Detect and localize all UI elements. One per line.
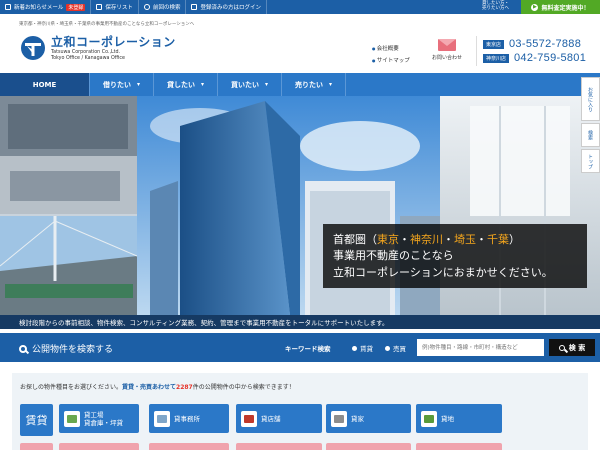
favorites-side-button[interactable]: お気に入り xyxy=(581,77,600,121)
search-icon xyxy=(143,4,150,10)
hero-caption-strip: 検討段階からの事前相談、物件検索、コンサルティング業務、契約、管理まで事業用不動… xyxy=(0,315,600,329)
hero-line-1: 首都圏（東京・神奈川・埼玉・千葉） xyxy=(333,233,520,246)
category-store-button[interactable]: 貸店舗 xyxy=(236,404,322,433)
chevron-down-icon: ▾ xyxy=(136,81,140,88)
notification-mail-link[interactable]: 新着お知らせメール 未登録 xyxy=(0,0,92,14)
phone-label: 東京店 xyxy=(483,39,505,49)
category-factory-warehouse-button[interactable]: 貸工場 貸倉庫・坪貸 xyxy=(59,404,139,433)
phone-kanagawa: 神奈川店 042-759-5801 xyxy=(483,52,586,64)
sale-category-button[interactable] xyxy=(416,443,502,450)
land-icon xyxy=(421,410,437,427)
chevron-down-icon: ▾ xyxy=(200,81,204,88)
header-links: 会社概要 サイトマップ xyxy=(372,43,410,67)
person-icon xyxy=(191,4,198,10)
contact-button[interactable]: お問い合わせ xyxy=(428,39,466,61)
search-icon xyxy=(558,344,565,351)
previous-search-link[interactable]: 前回の検索 xyxy=(139,0,187,14)
panel-note: お探しの物件種目をお選びください。賃貸・売買あわせて2287件の公開物件の中から… xyxy=(20,384,295,391)
category-house-button[interactable]: 貸家 xyxy=(326,404,411,433)
top-side-button[interactable]: トップ xyxy=(581,149,600,173)
search-button[interactable]: 検 索 xyxy=(549,339,595,356)
nav-buy[interactable]: 買いたい ▾ xyxy=(218,73,282,96)
phone-number[interactable]: 03-5572-7888 xyxy=(509,38,581,50)
download-icon xyxy=(96,4,103,10)
phone-number[interactable]: 042-759-5801 xyxy=(514,52,586,64)
category-panel: お探しの物件種目をお選びください。賃貸・売買あわせて2287件の公開物件の中から… xyxy=(12,373,588,450)
sale-category-label xyxy=(20,443,53,450)
mail-icon xyxy=(5,4,11,10)
hero-line-3: 立和コーポレーションにおまかせください。 xyxy=(333,266,553,279)
nav-home[interactable]: HOME xyxy=(0,73,90,96)
phone-tokyo: 東京店 03-5572-7888 xyxy=(483,38,581,50)
chevron-down-icon: ▾ xyxy=(328,81,332,88)
factory-icon xyxy=(64,410,80,427)
radio-rent[interactable]: 賃貸 xyxy=(352,343,373,353)
search-icon xyxy=(19,344,27,353)
search-side-button[interactable]: 検索 xyxy=(581,123,600,147)
keyword-search-input[interactable] xyxy=(417,339,544,356)
site-tagline: 東京都・神奈川県・埼玉県・千葉県の事業用不動産のことなら立和コーポレーションへ xyxy=(19,22,195,27)
nav-lease-out[interactable]: 貸したい ▾ xyxy=(154,73,218,96)
house-icon xyxy=(331,410,347,427)
phone-label: 神奈川店 xyxy=(483,53,510,63)
logo-mark-icon xyxy=(21,35,45,60)
sale-category-button[interactable] xyxy=(326,443,411,450)
radio-sale[interactable]: 売買 xyxy=(385,343,406,353)
unregistered-badge: 未登録 xyxy=(66,3,86,11)
rent-category-label: 賃貸 xyxy=(20,404,53,436)
hero-line-2: 事業用不動産のことなら xyxy=(333,249,454,262)
office-icon xyxy=(154,410,170,427)
property-search-bar: 公開物件を検索する キーワード検索 賃貸 売買 検 索 xyxy=(0,333,600,362)
sitemap-link[interactable]: サイトマップ xyxy=(372,55,410,67)
search-title: 公開物件を検索する xyxy=(19,342,113,355)
keyword-search-label: キーワード検索 xyxy=(285,345,331,353)
radio-icon xyxy=(352,345,357,351)
store-icon xyxy=(241,410,257,427)
sale-category-button[interactable] xyxy=(59,443,139,450)
saved-list-link[interactable]: 保存リスト xyxy=(91,0,139,14)
site-logo[interactable]: 立和コーポレーション Tatsuwa Corporation Co.,Ltd. … xyxy=(20,33,176,62)
envelope-icon xyxy=(438,39,456,51)
owner-link[interactable]: 貸したい方・ 売りたい方へ xyxy=(482,1,509,11)
side-floating-buttons: お気に入り 検索 トップ xyxy=(581,77,600,173)
logo-name: 立和コーポレーション xyxy=(51,35,176,49)
category-office-button[interactable]: 貸事務所 xyxy=(149,404,229,433)
category-land-button[interactable]: 貸地 xyxy=(416,404,502,433)
header-divider xyxy=(476,36,477,66)
nav-sell[interactable]: 売りたい ▾ xyxy=(282,73,346,96)
arrow-icon: ▶ xyxy=(531,3,539,11)
free-appraisal-button[interactable]: ▶ 無料査定実施中！ xyxy=(521,0,600,14)
hero-message: 首都圏（東京・神奈川・埼玉・千葉） 事業用不動産のことなら 立和コーポレーション… xyxy=(323,224,587,288)
chevron-down-icon: ▾ xyxy=(264,81,268,88)
sale-category-button[interactable] xyxy=(149,443,229,450)
main-nav: HOME 借りたい ▾ 貸したい ▾ 買いたい ▾ 売りたい ▾ xyxy=(0,73,600,96)
nav-rent[interactable]: 借りたい ▾ xyxy=(90,73,154,96)
sale-category-button[interactable] xyxy=(236,443,322,450)
login-link[interactable]: 登録済みの方はログイン xyxy=(186,0,267,14)
top-utility-bar: 新着お知らせメール 未登録 保存リスト 前回の検索 登録済みの方はログイン xyxy=(0,0,600,14)
radio-icon xyxy=(385,345,390,351)
logo-subtitle-2: Tokyo Office / Kanagawa Office xyxy=(51,56,125,61)
company-profile-link[interactable]: 会社概要 xyxy=(372,43,410,55)
